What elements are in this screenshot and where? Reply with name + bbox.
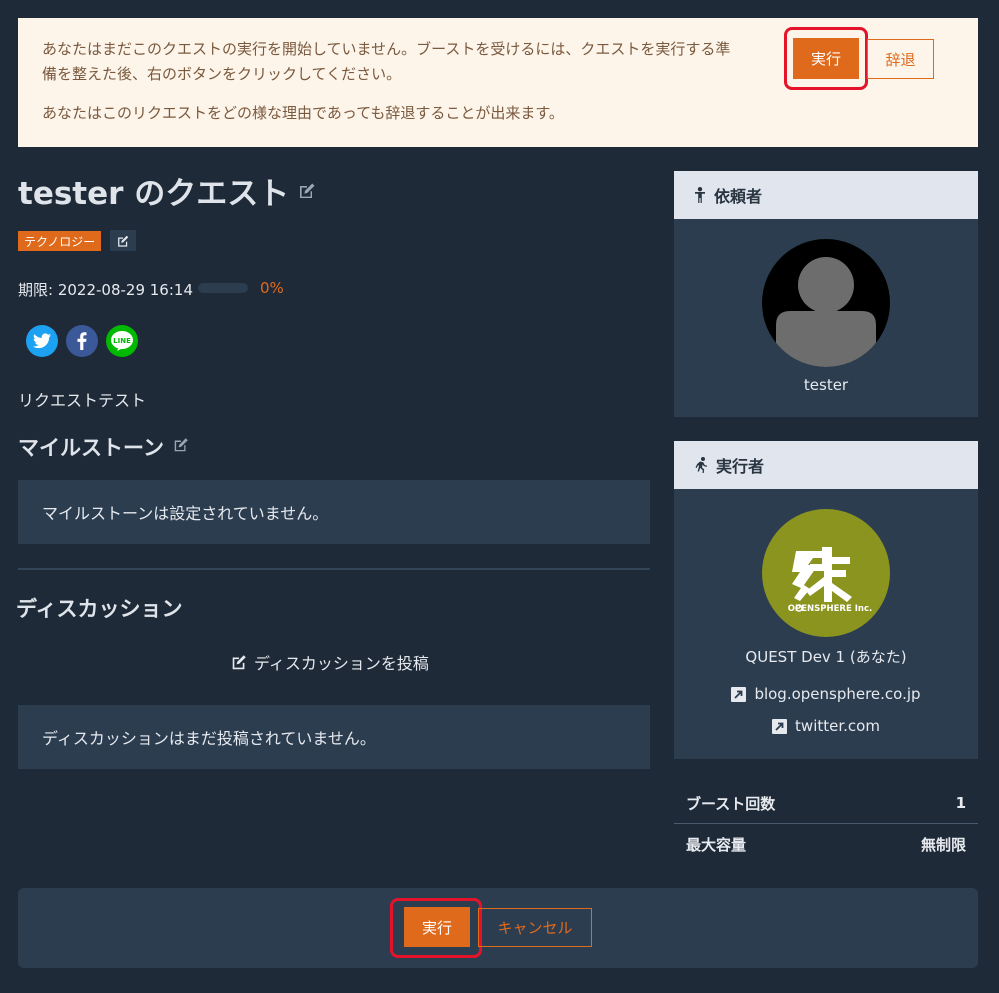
external-link-icon (731, 686, 747, 702)
discussion-heading: ディスカッション (16, 597, 183, 621)
twitter-share-icon[interactable] (26, 325, 58, 357)
quest-title: tester のクエスト (18, 168, 317, 213)
milestone-empty-panel: マイルストーンは設定されていません。 (18, 480, 650, 544)
footer-execute-button[interactable]: 実行 (404, 907, 470, 947)
boost-count-row: ブースト回数 1 (674, 783, 978, 823)
milestone-heading-text: マイルストーン (18, 436, 164, 460)
milestone-heading: マイルストーン (18, 432, 190, 462)
runner-icon (694, 457, 708, 473)
edit-title-icon[interactable] (297, 173, 317, 209)
requester-name[interactable]: tester (674, 376, 978, 394)
post-discussion-label: ディスカッションを投稿 (254, 654, 429, 673)
deadline-text: 期限: 2022-08-29 16:14 (18, 281, 193, 299)
quest-title-text: tester のクエスト (18, 176, 290, 212)
max-capacity-value: 無制限 (920, 835, 966, 854)
edit-icon (230, 653, 248, 671)
svg-text:LINE: LINE (113, 337, 131, 345)
max-capacity-row: 最大容量 無制限 (674, 824, 978, 864)
discussion-empty-text: ディスカッションはまだ投稿されていません。 (42, 729, 376, 748)
boost-count-value: 1 (955, 794, 966, 812)
executor-heading: 実行者 (716, 457, 765, 476)
quest-description: リクエストテスト (18, 391, 147, 410)
decline-button[interactable]: 辞退 (867, 39, 934, 79)
line-share-icon[interactable]: LINE (106, 325, 138, 357)
edit-tag-icon[interactable] (110, 230, 136, 251)
boost-count-label: ブースト回数 (686, 794, 776, 813)
executor-name[interactable]: QUEST Dev 1 (あなた) (674, 646, 978, 667)
progress-percent: 0% (260, 279, 284, 297)
executor-avatar[interactable]: OPENSPHERE Inc. (762, 509, 890, 637)
opensphere-logo: OPENSPHERE Inc. (788, 547, 872, 614)
facebook-share-icon[interactable] (66, 325, 98, 357)
executor-card-header: 実行者 (674, 441, 978, 489)
requester-heading: 依頼者 (714, 187, 763, 206)
svg-text:OPENSPHERE Inc.: OPENSPHERE Inc. (788, 604, 872, 614)
executor-card: 実行者 OPENSPHERE Inc. QUEST Dev 1 (あなた) bl… (674, 441, 978, 759)
executor-link-blog-text: blog.opensphere.co.jp (754, 685, 921, 703)
post-discussion-link[interactable]: ディスカッションを投稿 (230, 650, 429, 674)
executor-link-twitter-text: twitter.com (795, 717, 880, 735)
person-icon (694, 187, 706, 203)
requester-card-header: 依頼者 (674, 171, 978, 219)
max-capacity-label: 最大容量 (686, 835, 747, 854)
execute-button[interactable]: 実行 (793, 38, 859, 79)
requester-avatar[interactable] (762, 239, 890, 367)
external-link-icon (772, 718, 788, 734)
progress-bar (198, 283, 248, 293)
milestone-empty-text: マイルストーンは設定されていません。 (42, 504, 329, 523)
category-tag[interactable]: テクノロジー (18, 231, 102, 251)
executor-link-blog[interactable]: blog.opensphere.co.jp (674, 685, 978, 703)
requester-card: 依頼者 tester (674, 171, 978, 417)
footer-cancel-button[interactable]: キャンセル (478, 908, 592, 947)
edit-milestone-icon[interactable] (172, 435, 190, 459)
discussion-empty-panel: ディスカッションはまだ投稿されていません。 (18, 705, 650, 769)
notice-text-start: あなたはまだこのクエストの実行を開始していません。ブーストを受けるには、クエスト… (42, 40, 731, 83)
section-divider (18, 568, 650, 570)
executor-link-twitter[interactable]: twitter.com (674, 717, 978, 735)
notice-text-decline: あなたはこのリクエストをどの様な理由であっても辞退することが出来ます。 (42, 104, 564, 122)
